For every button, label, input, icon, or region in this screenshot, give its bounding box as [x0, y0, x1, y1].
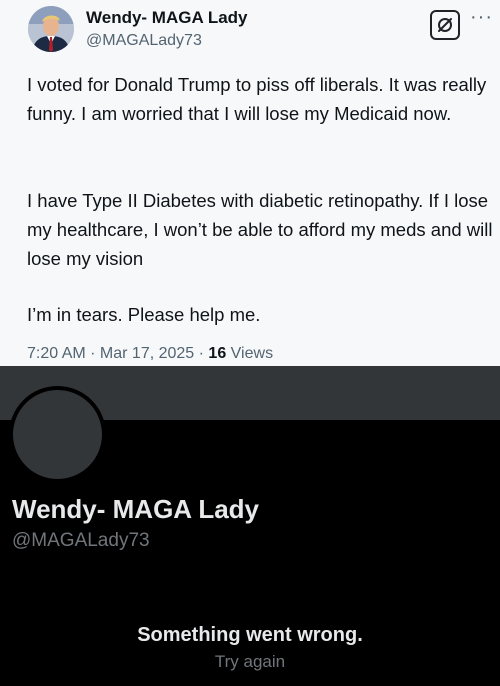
tweet-metadata: 7:20 AM · Mar 17, 2025 · 16 Views	[27, 345, 273, 363]
retry-container: Try again	[0, 652, 500, 672]
meta-separator: ·	[85, 345, 100, 362]
profile-avatar[interactable]	[9, 386, 106, 483]
views-label: Views	[230, 345, 274, 362]
try-again-button[interactable]: Try again	[215, 652, 285, 671]
tweet-card: Wendy- MAGA Lady @MAGALady73 ··· I voted…	[0, 0, 500, 366]
tweet-date[interactable]: Mar 17, 2025	[100, 345, 194, 362]
grok-button[interactable]	[430, 10, 460, 40]
more-horizontal-icon[interactable]: ···	[470, 6, 493, 29]
error-message: Something went wrong.	[137, 624, 363, 646]
author-avatar[interactable]	[28, 6, 74, 52]
meta-separator: ·	[194, 345, 209, 362]
screenshot-composite: Wendy- MAGA Lady @MAGALady73 ··· I voted…	[0, 0, 500, 686]
profile-name: Wendy- MAGA Lady	[12, 494, 260, 524]
avatar-photo-icon	[28, 6, 74, 52]
tweet-time[interactable]: 7:20 AM	[27, 345, 86, 362]
tweet-text-paragraph: I voted for Donald Trump to piss off lib…	[27, 74, 487, 124]
views-count: 16	[208, 345, 227, 362]
author-name[interactable]: Wendy- MAGA Lady	[86, 8, 248, 28]
author-handle[interactable]: @MAGALady73	[86, 32, 202, 50]
tweet-text-paragraph: I’m in tears. Please help me.	[27, 304, 261, 325]
grok-icon	[438, 18, 452, 32]
profile-handle: @MAGALady73	[12, 530, 150, 551]
tweet-text-paragraph: I have Type II Diabetes with diabetic re…	[27, 190, 493, 269]
